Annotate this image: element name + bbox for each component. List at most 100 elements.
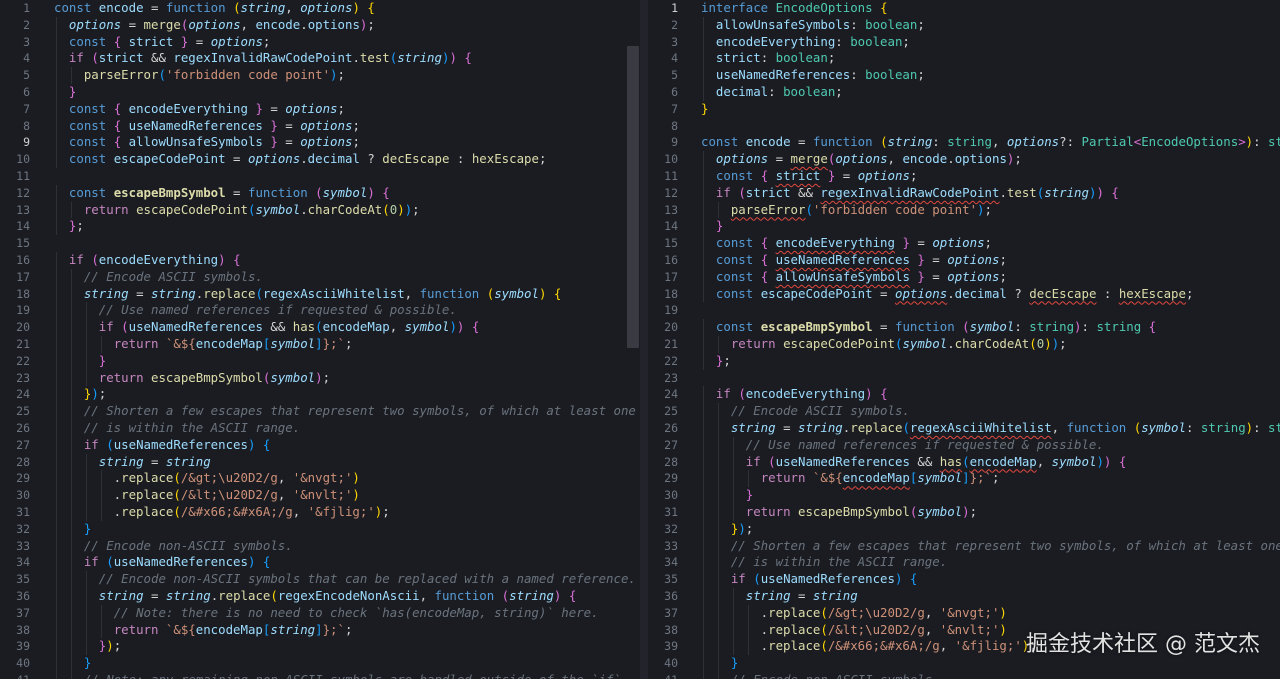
code-text[interactable]: if (useNamedReferences) { bbox=[54, 554, 271, 571]
code-text[interactable]: options = merge(options, encode.options)… bbox=[54, 17, 375, 34]
code-text[interactable]: return `&${encodeMap[string]};`; bbox=[54, 622, 353, 639]
code-text[interactable]: if (useNamedReferences) { bbox=[701, 571, 918, 588]
code-text[interactable]: if (strict && regexInvalidRawCodePoint.t… bbox=[54, 50, 472, 67]
code-text[interactable]: const escapeBmpSymbol = function (symbol… bbox=[701, 319, 1156, 336]
code-text[interactable]: const { useNamedReferences } = options; bbox=[54, 118, 360, 135]
code-text[interactable]: const { useNamedReferences } = options; bbox=[701, 252, 1007, 269]
code-text[interactable]: string = string bbox=[701, 588, 858, 605]
code-text[interactable]: }); bbox=[701, 521, 753, 538]
code-line[interactable]: 1 const encode = function (string, option… bbox=[0, 0, 640, 17]
code-line[interactable]: 13 parseError('forbidden code point'); bbox=[648, 201, 1280, 219]
code-line[interactable]: 23 bbox=[648, 370, 1280, 387]
code-line[interactable]: 13 return escapeCodePoint (symbol.charCod… bbox=[0, 201, 640, 219]
code-text[interactable]: return escapeCodePoint (symbol.charCodeAt… bbox=[701, 336, 1067, 353]
code-line[interactable]: 39 }); bbox=[0, 638, 640, 656]
code-line[interactable]: 37 .replace(/&gt;\u20D2/g, '&nvgt;') bbox=[648, 604, 1280, 622]
code-line[interactable]: 33 // Encode non-ASCII symbols. bbox=[0, 537, 640, 555]
code-text[interactable]: const { allowUnsafeSymbols } = options; bbox=[54, 134, 360, 151]
code-line[interactable]: 26 string = string.replace(regexAsciiWhi… bbox=[648, 420, 1280, 437]
code-line[interactable]: 16 if (encodeEverything) { bbox=[0, 252, 640, 269]
code-line[interactable]: 34 // is within the ASCII range. bbox=[648, 554, 1280, 572]
pane-divider[interactable] bbox=[640, 0, 648, 679]
code-line[interactable]: 16 const { useNamedReferences } = option… bbox=[648, 252, 1280, 269]
code-line[interactable]: 28 string = string bbox=[0, 453, 640, 471]
code-text[interactable]: // Encode ASCII symbols. bbox=[54, 269, 263, 286]
code-text[interactable]: // Note: there is no need to check `has(… bbox=[54, 605, 599, 622]
code-text[interactable]: } bbox=[701, 487, 753, 504]
code-line[interactable]: 35 if (useNamedReferences) { bbox=[648, 571, 1280, 588]
code-line[interactable]: 7 const { encodeEverything } = options; bbox=[0, 100, 640, 118]
code-text[interactable]: } bbox=[54, 521, 91, 538]
code-line[interactable]: 9 const encode = function (string: string… bbox=[648, 134, 1280, 151]
code-line[interactable]: 22 } bbox=[0, 352, 640, 370]
code-text[interactable]: parseError('forbidden code point'); bbox=[54, 67, 345, 84]
code-line[interactable]: 26 // is within the ASCII range. bbox=[0, 420, 640, 437]
code-line[interactable]: 4 strict: boolean; bbox=[648, 50, 1280, 68]
code-line[interactable]: 29 return `&${encodeMap[symbol]};`; bbox=[648, 470, 1280, 488]
code-text[interactable]: parseError('forbidden code point'); bbox=[701, 202, 992, 219]
code-text[interactable]: useNamedReferences: boolean; bbox=[701, 67, 925, 84]
code-line[interactable]: 6 decimal: boolean; bbox=[648, 84, 1280, 101]
code-text[interactable]: return escapeBmpSymbol(symbol); bbox=[54, 370, 330, 387]
code-text[interactable]: // is within the ASCII range. bbox=[701, 554, 947, 571]
code-line[interactable]: 41 // Encode non-ASCII symbols. bbox=[648, 672, 1280, 679]
code-text[interactable]: if (useNamedReferences) { bbox=[54, 437, 271, 454]
code-line[interactable]: 5 useNamedReferences: boolean; bbox=[648, 67, 1280, 84]
code-text[interactable]: const { allowUnsafeSymbols } = options; bbox=[701, 269, 1007, 286]
code-line[interactable]: 32 }); bbox=[648, 520, 1280, 538]
code-line[interactable]: 21 return escapeCodePoint (symbol.charCod… bbox=[648, 336, 1280, 353]
code-text[interactable]: allowUnsafeSymbols: boolean; bbox=[701, 17, 925, 34]
code-line[interactable]: 14 }; bbox=[0, 218, 640, 236]
editor-pane-left[interactable]: 1 const encode = function (string, option… bbox=[0, 0, 640, 679]
code-text[interactable]: const { strict } = options; bbox=[701, 168, 917, 185]
code-line[interactable]: 22 }; bbox=[648, 352, 1280, 370]
code-line[interactable]: 4 if (strict && regexInvalidRawCodePoint… bbox=[0, 50, 640, 68]
code-line[interactable]: 38 return `&${encodeMap[string]};`; bbox=[0, 621, 640, 639]
code-text[interactable]: if (encodeEverything) { bbox=[701, 386, 888, 403]
code-line[interactable]: 5 parseError('forbidden code point'); bbox=[0, 67, 640, 84]
code-line[interactable]: 31 .replace(/&#x66;&#x6A;/g, '&fjlig;'); bbox=[0, 504, 640, 521]
code-text[interactable]: }; bbox=[54, 218, 84, 235]
code-text[interactable]: return escapeCodePoint (symbol.charCodeAt… bbox=[54, 202, 420, 219]
code-text[interactable]: // Encode non-ASCII symbols. bbox=[54, 538, 293, 555]
code-line[interactable]: 14 } bbox=[648, 218, 1280, 236]
code-line[interactable]: 40 } bbox=[0, 655, 640, 672]
code-text[interactable]: } bbox=[54, 655, 91, 672]
code-line[interactable]: 23 return escapeBmpSymbol(symbol); bbox=[0, 369, 640, 387]
code-line[interactable]: 30 } bbox=[648, 487, 1280, 504]
code-text[interactable]: .replace(/&#x66;&#x6A;/g, '&fjlig;'); bbox=[701, 638, 1037, 655]
code-line[interactable]: 19 bbox=[648, 302, 1280, 319]
scrollbar-left[interactable] bbox=[627, 46, 639, 348]
code-text[interactable]: // Use named references if requested & p… bbox=[54, 302, 457, 319]
code-line[interactable]: 2 allowUnsafeSymbols: boolean; bbox=[648, 16, 1280, 34]
code-line[interactable]: 27 // Use named references if requested … bbox=[648, 436, 1280, 454]
code-text[interactable]: } bbox=[701, 101, 708, 118]
code-text[interactable]: // Shorten a few escapes that represent … bbox=[54, 403, 636, 420]
code-line[interactable]: 15 const { encodeEverything } = options; bbox=[648, 235, 1280, 252]
code-line[interactable]: 8 const { useNamedReferences } = options… bbox=[0, 117, 640, 135]
code-line[interactable]: 15 bbox=[0, 235, 640, 252]
code-text[interactable]: }); bbox=[54, 386, 106, 403]
code-text[interactable]: strict: boolean; bbox=[701, 50, 835, 67]
code-line[interactable]: 11 const { strict } = options; bbox=[648, 168, 1280, 185]
code-line[interactable]: 29 .replace(/&gt;\u20D2/g, '&nvgt;') bbox=[0, 470, 640, 488]
code-text[interactable]: }); bbox=[54, 638, 121, 655]
code-text[interactable]: const { strict } = options; bbox=[54, 34, 270, 51]
code-line[interactable]: 31 return escapeBmpSymbol(symbol); bbox=[648, 504, 1280, 521]
code-text[interactable]: const escapeCodePoint = options.decimal … bbox=[701, 286, 1194, 303]
code-text[interactable]: const { encodeEverything } = options; bbox=[701, 235, 992, 252]
code-text[interactable]: string = string.replace(regexAsciiWhitel… bbox=[701, 420, 1280, 437]
code-text[interactable]: // Note: any remaining non-ASCII symbols… bbox=[54, 672, 621, 679]
code-text[interactable]: options = merge(options, encode.options)… bbox=[701, 151, 1022, 168]
code-line[interactable]: 30 .replace(/&lt;\u20D2/g, '&nvlt;') bbox=[0, 487, 640, 504]
code-text[interactable]: string = string.replace(regexAsciiWhitel… bbox=[54, 286, 562, 303]
code-text[interactable]: string = string.replace(regexEncodeNonAs… bbox=[54, 588, 577, 605]
code-text[interactable]: if (strict && regexInvalidRawCodePoint.t… bbox=[701, 185, 1119, 202]
code-text[interactable]: if (encodeEverything) { bbox=[54, 252, 241, 269]
code-text[interactable]: .replace(/&#x66;&#x6A;/g, '&fjlig;'); bbox=[54, 504, 390, 521]
code-line[interactable]: 32 } bbox=[0, 520, 640, 538]
code-line[interactable]: 25 // Shorten a few escapes that represe… bbox=[0, 403, 640, 420]
code-text[interactable]: if (useNamedReferences && has(encodeMap,… bbox=[54, 319, 480, 336]
code-text[interactable]: const escapeBmpSymbol = function (symbol… bbox=[54, 185, 390, 202]
code-line[interactable]: 25 // Encode ASCII symbols. bbox=[648, 403, 1280, 420]
